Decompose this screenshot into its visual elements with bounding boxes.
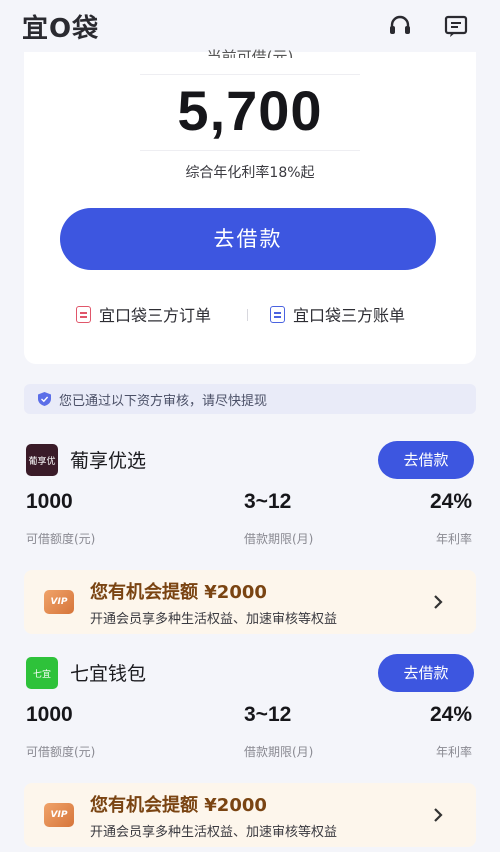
apply-button[interactable]: 去借款 xyxy=(378,654,474,692)
notice-text: 您已通过以下资方审核，请尽快提现 xyxy=(59,393,268,409)
app-logo: 宜O袋 xyxy=(22,14,100,44)
credit-amount-label: 可借额度(元) xyxy=(26,745,96,759)
lender-name: 葡享优选 xyxy=(70,450,147,472)
annual-rate-label: 年利率 xyxy=(435,745,472,759)
order-links: 宜口袋三方订单 宜口袋三方账单 xyxy=(24,302,476,328)
lender-logo: 七宜 xyxy=(26,657,58,689)
lender-name: 七宜钱包 xyxy=(70,663,147,685)
loan-summary-card: 当前可借(元) 5,700 综合年化利率18%起 去借款 宜口袋三方订单 宜口袋… xyxy=(24,48,476,364)
vip-badge-icon: VIP xyxy=(44,803,74,827)
available-amount: 5,700 xyxy=(177,79,323,142)
separator xyxy=(247,309,248,321)
apply-button[interactable]: 去借款 xyxy=(378,441,474,479)
annual-rate-label: 年利率 xyxy=(435,532,472,546)
borrow-button[interactable]: 去借款 xyxy=(60,208,436,270)
credit-amount: 1000 xyxy=(26,703,73,726)
annual-rate: 24% xyxy=(429,703,472,726)
vip-upgrade-banner[interactable]: VIP 您有机会提额 ¥2000 开通会员享多种生活权益、加速审核等权益 xyxy=(24,570,476,634)
credit-amount: 1000 xyxy=(26,490,73,513)
vip-badge-icon: VIP xyxy=(44,590,74,614)
lender-card: 七宜 七宜钱包 去借款 1000 3~12 24% 可借额度(元) 借款期限(月… xyxy=(0,645,500,852)
bills-link-label: 宜口袋三方账单 xyxy=(293,306,406,325)
loan-term-label: 借款期限(月) xyxy=(244,745,314,759)
annual-rate-text: 综合年化利率18%起 xyxy=(185,165,315,181)
credit-amount-label: 可借额度(元) xyxy=(26,532,96,546)
annual-rate: 24% xyxy=(429,490,472,513)
vip-title: 您有机会提额 ¥2000 xyxy=(90,795,267,816)
app-header: 宜O袋 xyxy=(0,0,500,52)
vip-subtitle: 开通会员享多种生活权益、加速审核等权益 xyxy=(90,825,338,840)
orders-link-label: 宜口袋三方订单 xyxy=(99,306,212,325)
divider xyxy=(140,74,360,75)
headset-icon[interactable] xyxy=(386,12,414,40)
orders-link[interactable]: 宜口袋三方订单 xyxy=(76,302,211,326)
order-icon xyxy=(76,305,91,323)
lender-card: 葡享优 葡享优选 去借款 1000 3~12 24% 可借额度(元) 借款期限(… xyxy=(0,432,500,644)
vip-title: 您有机会提额 ¥2000 xyxy=(90,582,267,603)
approval-notice: 您已通过以下资方审核，请尽快提现 xyxy=(24,384,476,414)
vip-subtitle: 开通会员享多种生活权益、加速审核等权益 xyxy=(90,612,338,627)
lender-logo: 葡享优 xyxy=(26,444,58,476)
bill-icon xyxy=(270,305,285,323)
vip-upgrade-banner[interactable]: VIP 您有机会提额 ¥2000 开通会员享多种生活权益、加速审核等权益 xyxy=(24,783,476,847)
divider xyxy=(140,150,360,151)
amount-label: 当前可借(元) xyxy=(206,48,294,58)
message-icon[interactable] xyxy=(442,12,470,40)
loan-term: 3~12 xyxy=(244,703,292,726)
loan-term: 3~12 xyxy=(244,490,292,513)
shield-check-icon xyxy=(38,392,51,406)
chevron-right-icon xyxy=(434,808,443,822)
loan-term-label: 借款期限(月) xyxy=(244,532,314,546)
bills-link[interactable]: 宜口袋三方账单 xyxy=(270,302,405,326)
chevron-right-icon xyxy=(434,595,443,609)
